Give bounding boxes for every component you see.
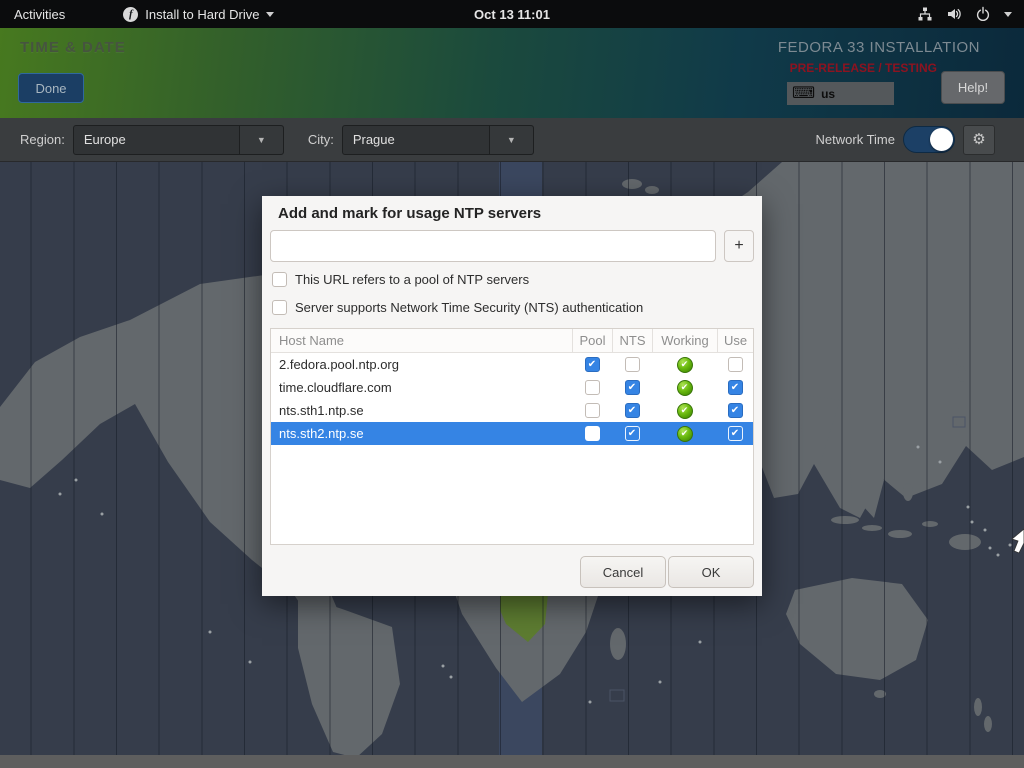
mouse-cursor bbox=[1010, 527, 1024, 562]
network-time-toggle[interactable] bbox=[903, 126, 955, 153]
nts-checkbox[interactable] bbox=[625, 403, 640, 418]
ntp-config-button[interactable]: ⚙ bbox=[963, 125, 995, 155]
page-title: TIME & DATE bbox=[20, 39, 126, 56]
volume-icon bbox=[946, 6, 962, 22]
fedora-logo-icon: f bbox=[123, 7, 138, 22]
gear-icon: ⚙ bbox=[972, 132, 985, 147]
pool-checkbox[interactable] bbox=[585, 403, 600, 418]
use-checkbox[interactable] bbox=[728, 403, 743, 418]
pool-checkbox[interactable] bbox=[585, 426, 600, 441]
help-button[interactable]: Help! bbox=[941, 71, 1005, 104]
table-row[interactable]: time.cloudflare.com bbox=[271, 376, 753, 399]
keyboard-icon: ⌨ bbox=[792, 86, 815, 102]
region-value: Europe bbox=[74, 132, 239, 147]
network-time-label: Network Time bbox=[816, 132, 895, 147]
pool-url-checkbox-label: This URL refers to a pool of NTP servers bbox=[295, 272, 529, 287]
keyboard-layout-indicator[interactable]: ⌨ us bbox=[787, 82, 894, 105]
app-menu-button[interactable]: f Install to Hard Drive bbox=[123, 7, 274, 22]
use-checkbox[interactable] bbox=[728, 380, 743, 395]
nts-checkbox[interactable] bbox=[625, 426, 640, 441]
cancel-button[interactable]: Cancel bbox=[580, 556, 666, 588]
city-label: City: bbox=[308, 132, 334, 147]
host-name: time.cloudflare.com bbox=[271, 380, 572, 395]
gnome-top-bar: Activities f Install to Hard Drive Oct 1… bbox=[0, 0, 1024, 28]
table-header: Host Name Pool NTS Working Use bbox=[271, 329, 753, 353]
ntp-server-table: Host Name Pool NTS Working Use 2.fedora.… bbox=[270, 328, 754, 545]
chevron-down-icon bbox=[1004, 12, 1012, 17]
system-status-area[interactable] bbox=[917, 0, 1012, 28]
power-icon bbox=[975, 6, 991, 22]
app-menu-label: Install to Hard Drive bbox=[145, 7, 259, 22]
add-server-button[interactable]: + bbox=[724, 230, 754, 262]
column-header-use[interactable]: Use bbox=[717, 329, 753, 352]
product-title: FEDORA 33 INSTALLATION bbox=[778, 39, 980, 56]
region-dropdown[interactable]: Europe ▼ bbox=[73, 125, 284, 155]
host-name: nts.sth1.ntp.se bbox=[271, 403, 572, 418]
pool-url-checkbox[interactable] bbox=[272, 272, 287, 287]
table-row[interactable]: nts.sth1.ntp.se bbox=[271, 399, 753, 422]
pool-checkbox[interactable] bbox=[585, 380, 600, 395]
column-header-nts[interactable]: NTS bbox=[612, 329, 652, 352]
clock[interactable]: Oct 13 11:01 bbox=[474, 7, 550, 22]
ntp-servers-dialog: Add and mark for usage NTP servers + Thi… bbox=[262, 196, 762, 596]
host-name: nts.sth2.ntp.se bbox=[271, 426, 572, 441]
host-name: 2.fedora.pool.ntp.org bbox=[271, 357, 572, 372]
region-label: Region: bbox=[20, 132, 65, 147]
city-value: Prague bbox=[343, 132, 489, 147]
column-header-working[interactable]: Working bbox=[652, 329, 717, 352]
chevron-down-icon: ▼ bbox=[489, 126, 533, 154]
screen: { "topbar": { "activities_label": "Activ… bbox=[0, 0, 1024, 768]
ntp-table-rows: 2.fedora.pool.ntp.org time.cloudflare.com… bbox=[271, 353, 753, 544]
use-checkbox[interactable] bbox=[728, 426, 743, 441]
nts-checkbox[interactable] bbox=[625, 357, 640, 372]
working-status-icon bbox=[677, 357, 693, 373]
city-dropdown[interactable]: Prague ▼ bbox=[342, 125, 534, 155]
nts-support-checkbox[interactable] bbox=[272, 300, 287, 315]
nts-checkbox[interactable] bbox=[625, 380, 640, 395]
chevron-down-icon bbox=[266, 12, 274, 17]
network-icon bbox=[917, 6, 933, 22]
chevron-down-icon: ▼ bbox=[239, 126, 283, 154]
ok-button[interactable]: OK bbox=[668, 556, 754, 588]
bottom-bar bbox=[0, 755, 1024, 768]
done-button[interactable]: Done bbox=[18, 73, 84, 103]
table-row[interactable]: nts.sth2.ntp.se bbox=[271, 422, 753, 445]
column-header-pool[interactable]: Pool bbox=[572, 329, 612, 352]
keyboard-layout-label: us bbox=[821, 87, 835, 101]
nts-support-checkbox-label: Server supports Network Time Security (N… bbox=[295, 300, 643, 315]
table-row[interactable]: 2.fedora.pool.ntp.org bbox=[271, 353, 753, 376]
toggle-knob bbox=[930, 128, 953, 151]
column-header-hostname[interactable]: Host Name bbox=[271, 329, 572, 352]
working-status-icon bbox=[677, 426, 693, 442]
working-status-icon bbox=[677, 403, 693, 419]
pool-checkbox[interactable] bbox=[585, 357, 600, 372]
use-checkbox[interactable] bbox=[728, 357, 743, 372]
ntp-server-input[interactable] bbox=[270, 230, 716, 262]
working-status-icon bbox=[677, 380, 693, 396]
dialog-title: Add and mark for usage NTP servers bbox=[278, 205, 541, 222]
timezone-toolbar: Region: Europe ▼ City: Prague ▼ Network … bbox=[0, 118, 1024, 162]
installer-banner: TIME & DATE Done FEDORA 33 INSTALLATION … bbox=[0, 28, 1024, 118]
prerelease-badge: PRE-RELEASE / TESTING bbox=[790, 61, 937, 75]
activities-button[interactable]: Activities bbox=[14, 7, 65, 22]
